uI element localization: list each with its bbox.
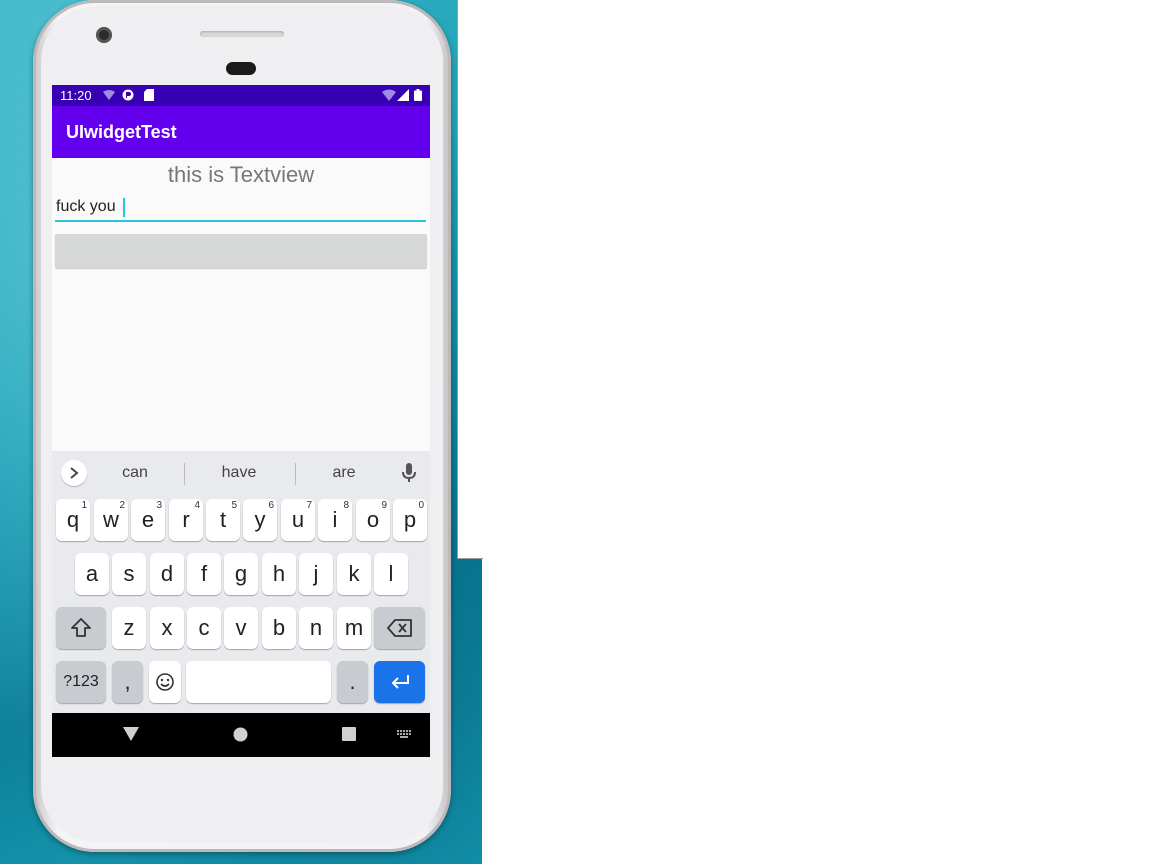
key-u[interactable]: u7 (281, 499, 315, 541)
status-bar: 11:20 (52, 85, 430, 106)
key-label: u (291, 507, 305, 532)
key-label: t (219, 507, 227, 532)
key-m[interactable]: m (337, 607, 371, 649)
key-hint: 0 (418, 500, 424, 511)
key-hint: 2 (119, 500, 125, 511)
chevron-right-icon[interactable] (61, 460, 87, 486)
nav-home-icon[interactable] (233, 727, 248, 742)
key-i[interactable]: i8 (318, 499, 352, 541)
key-hint: 4 (194, 500, 200, 511)
suggestion-divider (184, 463, 185, 485)
key-s[interactable]: s (112, 553, 146, 595)
symbols-key[interactable]: ?123 (56, 661, 106, 703)
key-hint: 6 (268, 500, 274, 511)
earpiece-speaker (200, 31, 284, 37)
key-hint: 9 (381, 500, 387, 511)
suggestion-1[interactable]: can (85, 464, 185, 482)
nav-back-icon[interactable] (123, 727, 139, 741)
key-y[interactable]: y6 (243, 499, 277, 541)
shift-icon (71, 618, 91, 637)
proximity-sensor (226, 62, 256, 75)
key-hint: 7 (306, 500, 312, 511)
notification-icon (103, 90, 115, 100)
shift-key[interactable] (56, 607, 106, 649)
microphone-icon[interactable] (402, 463, 416, 483)
textview: this is Textview (167, 162, 315, 187)
backspace-key[interactable] (374, 607, 425, 649)
key-d[interactable]: d (150, 553, 184, 595)
key-hint: 8 (343, 500, 349, 511)
key-label: o (366, 507, 380, 532)
comma-key[interactable]: , (112, 661, 143, 703)
key-j[interactable]: j (299, 553, 333, 595)
phone-screen: 11:20 UIwidgetTest this is Textview fuck… (52, 85, 430, 757)
app-title: UIwidgetTest (66, 122, 177, 142)
edit-text-field[interactable]: fuck you (55, 198, 426, 222)
backspace-icon (386, 619, 412, 637)
key-e[interactable]: e3 (131, 499, 165, 541)
key-b[interactable]: b (262, 607, 296, 649)
suggestion-3[interactable]: are (294, 464, 394, 482)
emoji-icon (156, 673, 174, 691)
text-cursor (123, 198, 125, 217)
front-camera (96, 27, 112, 43)
key-label: y (254, 507, 266, 532)
key-t[interactable]: t5 (206, 499, 240, 541)
key-r[interactable]: r4 (169, 499, 203, 541)
period-key[interactable]: . (337, 661, 368, 703)
key-hint: 5 (231, 500, 237, 511)
emoji-key[interactable] (149, 661, 181, 703)
enter-key[interactable] (374, 661, 425, 703)
key-w[interactable]: w2 (94, 499, 128, 541)
key-c[interactable]: c (187, 607, 221, 649)
status-time: 11:20 (60, 88, 92, 103)
app-bar: UIwidgetTest (52, 106, 430, 158)
key-a[interactable]: a (75, 553, 109, 595)
navigation-bar (52, 713, 430, 757)
key-k[interactable]: k (337, 553, 371, 595)
key-o[interactable]: o9 (356, 499, 390, 541)
button[interactable] (55, 234, 427, 268)
key-v[interactable]: v (224, 607, 258, 649)
key-label: p (403, 507, 417, 532)
edit-text-value: fuck you (56, 198, 116, 215)
key-h[interactable]: h (262, 553, 296, 595)
suggestion-2[interactable]: have (189, 464, 289, 482)
key-n[interactable]: n (299, 607, 333, 649)
wifi-icon (382, 89, 396, 101)
key-label: q (66, 507, 80, 532)
key-g[interactable]: g (224, 553, 258, 595)
key-q[interactable]: q1 (56, 499, 90, 541)
signal-icon (397, 89, 409, 101)
key-label: r (182, 507, 190, 532)
key-hint: 3 (156, 500, 162, 511)
key-label: e (141, 507, 155, 532)
background-window[interactable] (457, 0, 483, 559)
key-label: w (103, 507, 119, 532)
key-l[interactable]: l (374, 553, 408, 595)
sd-card-icon (144, 89, 154, 101)
key-z[interactable]: z (112, 607, 146, 649)
soft-keyboard: can have are q1 w2 e3 r4 t5 y6 u7 i8 o9 … (52, 451, 430, 713)
key-x[interactable]: x (150, 607, 184, 649)
key-f[interactable]: f (187, 553, 221, 595)
battery-icon (414, 89, 422, 101)
suggestion-strip: can have are (52, 451, 430, 495)
key-label: i (332, 507, 338, 532)
keyboard-switch-icon[interactable] (397, 730, 411, 739)
notification-icon (122, 89, 134, 101)
enter-icon (391, 675, 409, 689)
key-hint: 1 (81, 500, 87, 511)
space-key[interactable] (186, 661, 331, 703)
nav-recents-icon[interactable] (342, 727, 356, 741)
key-p[interactable]: p0 (393, 499, 427, 541)
